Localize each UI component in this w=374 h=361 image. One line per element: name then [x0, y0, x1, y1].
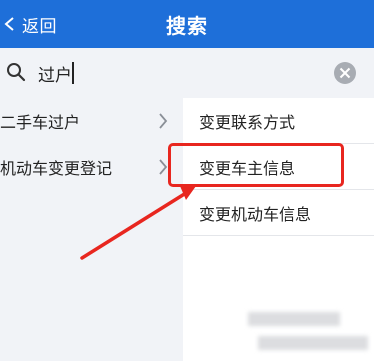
result-item-change-owner-info[interactable]: 变更车主信息	[183, 144, 374, 189]
result-label: 变更车主信息	[199, 158, 296, 178]
back-button[interactable]: 返回	[0, 0, 70, 48]
search-input[interactable]: 过户	[0, 56, 374, 90]
result-list: 变更联系方式 变更车主信息 变更机动车信息	[183, 98, 374, 361]
search-input-value: 过户	[38, 66, 72, 86]
chevron-right-icon	[159, 113, 168, 129]
top-nav-bar: 返回 搜索	[0, 0, 374, 48]
search-icon	[7, 63, 26, 82]
category-item-used-car-transfer[interactable]: 二手车过户	[0, 98, 183, 144]
clear-icon	[339, 67, 351, 79]
divider	[183, 235, 374, 236]
category-item-vehicle-change-registration[interactable]: 机动车变更登记	[0, 144, 183, 190]
category-label: 机动车变更登记	[0, 159, 113, 178]
result-item-change-contact[interactable]: 变更联系方式	[183, 98, 374, 143]
category-label: 二手车过户	[0, 113, 81, 132]
clear-button[interactable]	[334, 62, 356, 84]
search-bar: 过户	[0, 48, 374, 98]
result-label: 变更机动车信息	[199, 204, 312, 224]
category-list: 二手车过户 机动车变更登记	[0, 98, 183, 361]
text-cursor	[72, 62, 74, 84]
chevron-left-icon	[4, 17, 14, 31]
result-item-change-vehicle-info[interactable]: 变更机动车信息	[183, 190, 374, 235]
back-label: 返回	[22, 16, 57, 37]
chevron-right-icon	[159, 159, 168, 175]
result-label: 变更联系方式	[199, 112, 296, 132]
